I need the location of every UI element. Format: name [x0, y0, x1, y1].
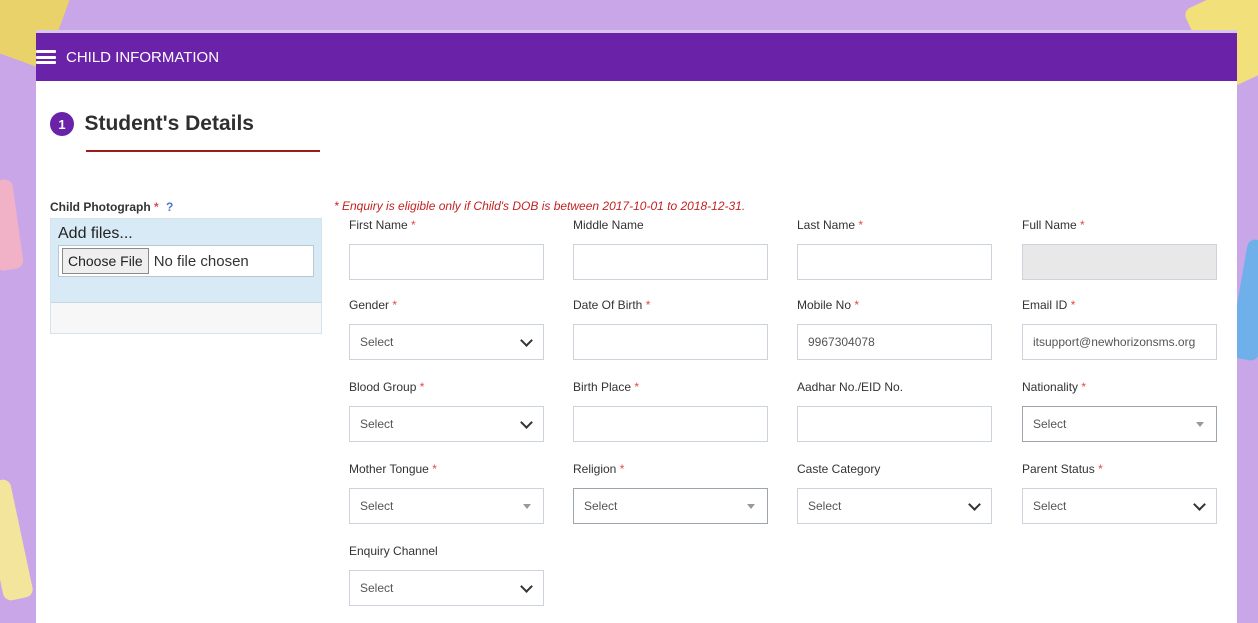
- panel-header: CHILD INFORMATION: [36, 30, 1237, 81]
- hamburger-menu-icon[interactable]: [36, 50, 56, 64]
- parent-status-select[interactable]: Select: [1022, 488, 1217, 524]
- middle-name-input[interactable]: [573, 244, 768, 280]
- caret-down-icon: [523, 503, 531, 509]
- nationality-select[interactable]: Select: [1022, 406, 1217, 442]
- mother-tongue-select[interactable]: Select: [349, 488, 544, 524]
- date-of-birth-input[interactable]: [573, 324, 768, 360]
- mobile-no-field: Mobile No * 9967304078: [797, 298, 992, 360]
- last-name-field: Last Name *: [797, 218, 992, 280]
- add-files-label: Add files...: [58, 225, 133, 242]
- chevron-down-icon: [520, 415, 533, 429]
- background-decoration: [0, 178, 25, 272]
- date-of-birth-field: Date Of Birth *: [573, 298, 768, 360]
- background-decoration: [0, 478, 35, 602]
- first-name-input[interactable]: [349, 244, 544, 280]
- caret-down-icon: [747, 503, 755, 509]
- section-title: Student's Details: [84, 112, 254, 135]
- choose-file-button[interactable]: Choose File: [62, 248, 149, 274]
- last-name-input[interactable]: [797, 244, 992, 280]
- parent-status-field: Parent Status * Select: [1022, 462, 1217, 524]
- photo-upload-box: Add files... Choose File No file chosen: [50, 218, 322, 334]
- child-information-panel: CHILD INFORMATION 1 Student's Details Ch…: [36, 30, 1237, 623]
- aadhar-field: Aadhar No./EID No.: [797, 380, 992, 442]
- file-input[interactable]: Choose File No file chosen: [58, 245, 314, 277]
- email-id-input[interactable]: itsupport@newhorizonsms.org: [1022, 324, 1217, 360]
- caste-category-select[interactable]: Select: [797, 488, 992, 524]
- chevron-down-icon: [520, 579, 533, 593]
- email-id-field: Email ID * itsupport@newhorizonsms.org: [1022, 298, 1217, 360]
- blood-group-field: Blood Group * Select: [349, 380, 544, 442]
- mother-tongue-field: Mother Tongue * Select: [349, 462, 544, 524]
- first-name-field: First Name *: [349, 218, 544, 280]
- eligibility-note: * Enquiry is eligible only if Child's DO…: [334, 199, 746, 213]
- caret-down-icon: [1196, 421, 1204, 427]
- file-status-text: No file chosen: [153, 252, 249, 270]
- full-name-field: Full Name *: [1022, 218, 1217, 280]
- enquiry-channel-select[interactable]: Select: [349, 570, 544, 606]
- middle-name-field: Middle Name: [573, 218, 768, 280]
- step-number-badge: 1: [50, 112, 74, 136]
- religion-select[interactable]: Select: [573, 488, 768, 524]
- section-heading: 1 Student's Details: [50, 112, 320, 152]
- nationality-field: Nationality * Select: [1022, 380, 1217, 442]
- birth-place-input[interactable]: [573, 406, 768, 442]
- panel-title: CHILD INFORMATION: [66, 48, 220, 66]
- blood-group-select[interactable]: Select: [349, 406, 544, 442]
- aadhar-input[interactable]: [797, 406, 992, 442]
- chevron-down-icon: [520, 333, 533, 347]
- caste-category-field: Caste Category Select: [797, 462, 992, 524]
- required-marker: *: [154, 200, 159, 214]
- gender-select[interactable]: Select: [349, 324, 544, 360]
- gender-field: Gender * Select: [349, 298, 544, 360]
- chevron-down-icon: [1193, 497, 1206, 511]
- section-underline: [86, 150, 320, 152]
- mobile-no-input[interactable]: 9967304078: [797, 324, 992, 360]
- religion-field: Religion * Select: [573, 462, 768, 524]
- full-name-input: [1022, 244, 1217, 280]
- chevron-down-icon: [968, 497, 981, 511]
- enquiry-channel-field: Enquiry Channel Select: [349, 544, 544, 606]
- child-photograph-label: Child Photograph * ?: [50, 200, 174, 214]
- birth-place-field: Birth Place *: [573, 380, 768, 442]
- photo-upload-area: Add files... Choose File No file chosen: [51, 219, 321, 303]
- help-icon[interactable]: ?: [166, 200, 173, 214]
